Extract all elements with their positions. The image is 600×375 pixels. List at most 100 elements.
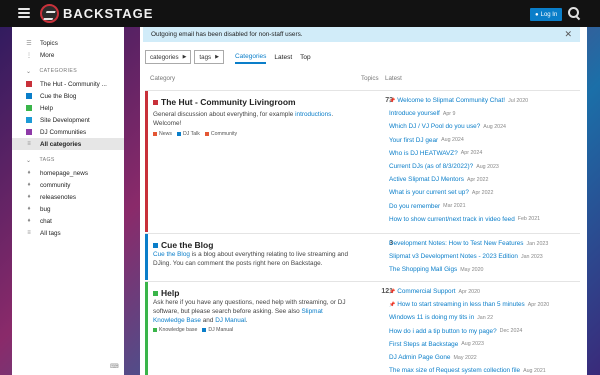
topic-link[interactable]: The Shopping Mall Gigs <box>389 266 457 273</box>
sidebar-item-tag-homepage-news[interactable]: ♦ homepage_news <box>12 167 124 179</box>
topic-link[interactable]: Commercial Support <box>397 288 455 295</box>
topic-link[interactable]: Introduce yourself <box>389 110 440 117</box>
topic-date: Feb 2021 <box>517 216 541 223</box>
topic-link[interactable]: Your first DJ gear <box>389 137 438 144</box>
sidebar-item-label: releasenotes <box>40 193 77 201</box>
sidebar-item-dj-communities[interactable]: DJ Communities <box>12 126 124 138</box>
topic-link[interactable]: Development Notes: How to Test New Featu… <box>389 240 524 247</box>
tags-dropdown[interactable]: tags ▶ <box>194 50 224 64</box>
topic-date: Aug 2024 <box>483 123 506 130</box>
tag-icon: ♦ <box>27 206 31 212</box>
sidebar-item-topics[interactable]: ☰ Topics <box>12 37 124 49</box>
subcategory-list: News DJ Talk Community <box>153 131 242 137</box>
category-color-swatch <box>204 132 209 136</box>
pin-icon: 📌 <box>389 97 396 104</box>
topic-link[interactable]: How do i add a tip button to my page? <box>389 328 497 335</box>
category-title-link[interactable]: Cue the Blog <box>153 240 213 250</box>
list-item: 📌 Commercial Support Apr 2020 <box>389 285 579 298</box>
subcategory-knowledge-base[interactable]: Knowledge base <box>153 327 197 333</box>
sidebar-item-cue-the-blog[interactable]: Cue the Blog <box>12 90 124 102</box>
hamburger-menu-icon[interactable] <box>18 8 30 18</box>
global-notice-banner: Outgoing email has been disabled for non… <box>143 27 580 42</box>
topic-link[interactable]: DJ Admin Page Gone <box>389 354 450 361</box>
description-text: General discussion about everything, for… <box>153 111 296 118</box>
latest-topics-list: Development Notes: How to Test New Featu… <box>389 237 579 277</box>
category-color-swatch <box>202 328 207 332</box>
sidebar-item-all-categories[interactable]: ≡ All categories <box>12 138 124 150</box>
list-icon: ≡ <box>27 141 31 147</box>
sidebar: ☰ Topics ⋮ More ⌄ CATEGORIES The Hut - C… <box>12 27 124 375</box>
topic-date: May 2022 <box>453 354 477 361</box>
list-item: Current DJs (as of 8/3/2022)? Aug 2023 <box>389 160 579 173</box>
topic-link[interactable]: Current DJs (as of 8/3/2022)? <box>389 163 473 170</box>
topic-link[interactable]: The max size of Request system collectio… <box>389 367 520 374</box>
sidebar-item-all-tags[interactable]: ≡ All tags <box>12 227 124 239</box>
sidebar-section-categories[interactable]: ⌄ CATEGORIES <box>12 64 124 78</box>
category-row-the-hut: The Hut - Community Livingroom General d… <box>145 91 580 232</box>
sidebar-item-tag-chat[interactable]: ♦ chat <box>12 215 124 227</box>
category-color-swatch <box>153 328 157 332</box>
topic-date: Jan 2023 <box>526 240 549 247</box>
subcategory-dj-manual[interactable]: DJ Manual <box>202 327 233 333</box>
sidebar-item-more[interactable]: ⋮ More <box>12 49 124 61</box>
tag-icon: ♦ <box>27 194 31 200</box>
topic-link[interactable]: Active Slipmat DJ Mentors <box>389 176 464 183</box>
list-item: Active Slipmat DJ Mentors Apr 2022 <box>389 173 579 186</box>
subcategory-news[interactable]: News <box>153 131 172 137</box>
section-title: CATEGORIES <box>39 68 78 74</box>
category-color-bar <box>145 282 148 375</box>
topic-link[interactable]: Welcome to Slipmat Community Chat! <box>397 97 505 104</box>
chevron-down-icon: ⌄ <box>26 157 32 164</box>
tab-latest[interactable]: Latest <box>274 50 292 64</box>
site-logo[interactable]: BACKSTAGE <box>40 4 153 23</box>
sidebar-section-tags[interactable]: ⌄ TAGS <box>12 153 124 167</box>
topic-link[interactable]: How to show current/next track in video … <box>389 216 515 223</box>
topic-link[interactable]: Who is DJ HEATWAVZ? <box>389 150 458 157</box>
vertical-dots-icon: ⋮ <box>26 52 32 59</box>
topic-link[interactable]: Do you remember <box>389 203 440 210</box>
introductions-link[interactable]: introductions <box>295 111 331 118</box>
topic-date: Apr 9 <box>442 110 456 117</box>
list-item: First Steps at Backstage Aug 2023 <box>389 338 579 351</box>
cue-the-blog-link[interactable]: Cue the Blog <box>153 251 190 258</box>
categories-dropdown[interactable]: categories ▶ <box>145 50 192 64</box>
sidebar-item-help[interactable]: Help <box>12 102 124 114</box>
topic-date: Aug 2023 <box>461 341 484 348</box>
sidebar-item-site-development[interactable]: Site Development <box>12 114 124 126</box>
dj-manual-link[interactable]: DJ Manual <box>215 317 246 324</box>
list-item: Introduce yourself Apr 9 <box>389 107 579 120</box>
keyboard-shortcuts-icon[interactable]: ⌨ <box>110 363 119 370</box>
tab-categories[interactable]: Categories <box>234 50 267 64</box>
category-title: Cue the Blog <box>161 240 214 250</box>
login-button[interactable]: ● Log In <box>530 8 563 21</box>
list-item: Do you remember Mar 2021 <box>389 200 579 213</box>
layers-icon: ☰ <box>26 40 32 47</box>
sidebar-item-tag-bug[interactable]: ♦ bug <box>12 203 124 215</box>
subcategory-dj-talk[interactable]: DJ Talk <box>176 131 200 137</box>
topic-date: Dec 2024 <box>499 328 523 335</box>
close-icon[interactable]: ✕ <box>564 29 572 40</box>
topic-date: Jul 2020 <box>508 97 529 104</box>
subcategory-community[interactable]: Community <box>204 131 237 137</box>
tab-top[interactable]: Top <box>300 50 310 64</box>
sidebar-item-tag-community[interactable]: ♦ community <box>12 179 124 191</box>
category-color-swatch <box>26 129 32 135</box>
sidebar-item-the-hut[interactable]: The Hut - Community ... <box>12 78 124 90</box>
category-row-cue-the-blog: Cue the Blog Cue the Blog is a blog abou… <box>145 234 580 280</box>
sidebar-item-tag-releasenotes[interactable]: ♦ releasenotes <box>12 191 124 203</box>
sidebar-item-label: The Hut - Community ... <box>40 80 107 88</box>
category-title-link[interactable]: The Hut - Community Livingroom <box>153 97 296 107</box>
category-title-link[interactable]: Help <box>153 288 179 298</box>
list-item: Your first DJ gear Aug 2024 <box>389 134 579 147</box>
topic-link[interactable]: First Steps at Backstage <box>389 341 458 348</box>
category-color-swatch <box>176 132 181 136</box>
topic-link[interactable]: What is your current set up? <box>389 189 469 196</box>
notice-text: Outgoing email has been disabled for non… <box>151 31 303 38</box>
topic-link[interactable]: Windows 11 is doing my tits in <box>389 314 474 321</box>
sidebar-item-label: homepage_news <box>40 169 88 177</box>
topic-link[interactable]: Which DJ / VJ Pool do you use? <box>389 123 480 130</box>
topic-date: Apr 2020 <box>527 301 550 308</box>
topic-link[interactable]: How to start streaming in less than 5 mi… <box>397 301 525 308</box>
topic-link[interactable]: Slipmat v3 Development Notes - 2023 Edit… <box>389 253 518 260</box>
search-icon[interactable] <box>567 6 581 20</box>
